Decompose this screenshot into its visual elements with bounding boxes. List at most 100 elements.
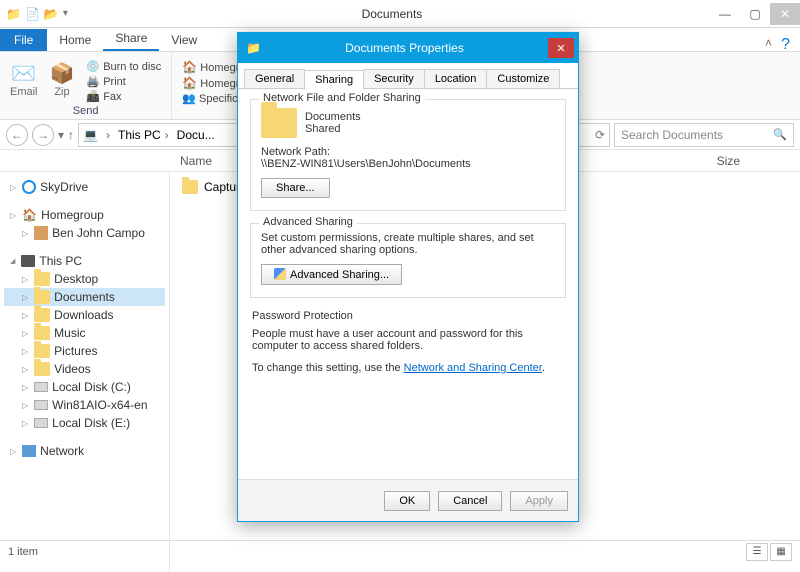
- legend-network-sharing: Network File and Folder Sharing: [259, 92, 425, 104]
- fax-button[interactable]: 📠 Fax: [86, 90, 161, 103]
- group-label-send: Send: [73, 103, 99, 117]
- crumb-root[interactable]: [102, 128, 114, 142]
- print-icon: 🖨️: [86, 76, 100, 88]
- print-button[interactable]: 🖨️ Print: [86, 75, 161, 88]
- network-icon: [22, 445, 36, 457]
- crumb-thispc[interactable]: This PC: [118, 128, 173, 142]
- tab-home[interactable]: Home: [47, 29, 103, 51]
- legend-advanced: Advanced Sharing: [259, 216, 357, 228]
- dialog-body: Network File and Folder Sharing Document…: [238, 89, 578, 479]
- change-prefix: To change this setting, use the: [252, 362, 404, 374]
- advanced-sharing-button[interactable]: Advanced Sharing...: [261, 264, 402, 285]
- sidebar-item-documents[interactable]: Documents: [4, 288, 165, 306]
- folder-icon: [34, 272, 50, 286]
- netpath-value: \\BENZ-WIN81\Users\BenJohn\Documents: [261, 158, 555, 170]
- home-icon: 🏠: [182, 76, 197, 90]
- qat-dropdown-icon[interactable]: ▾: [63, 8, 68, 19]
- share-button[interactable]: Share...: [261, 178, 330, 198]
- dlg-tab-security[interactable]: Security: [363, 69, 425, 88]
- dialog-close-button[interactable]: ✕: [548, 38, 574, 58]
- network-center-link[interactable]: Network and Sharing Center: [404, 362, 542, 374]
- folder-icon: [34, 344, 50, 358]
- email-label: Email: [10, 86, 38, 98]
- up-button[interactable]: ↑: [68, 128, 74, 142]
- tab-share[interactable]: Share: [103, 27, 159, 51]
- forward-button[interactable]: →: [32, 124, 54, 146]
- sidebar-item-music[interactable]: Music: [4, 324, 165, 342]
- close-button[interactable]: ✕: [770, 3, 800, 25]
- avatar-icon: [34, 226, 48, 240]
- thumbnails-view-button[interactable]: ▦: [770, 543, 792, 561]
- folder-icon: [34, 362, 50, 376]
- dlg-tab-location[interactable]: Location: [424, 69, 488, 88]
- dialog-title-bar: 📁 Documents Properties ✕: [238, 33, 578, 63]
- sidebar-item-win81[interactable]: Win81AIO-x64-en: [4, 396, 165, 414]
- folder-icon: [34, 308, 50, 322]
- sidebar-item-pictures[interactable]: Pictures: [4, 342, 165, 360]
- help-icon[interactable]: ?: [781, 36, 790, 54]
- minimize-ribbon-icon[interactable]: ˄: [765, 36, 772, 50]
- search-icon: 🔍: [773, 128, 787, 141]
- email-icon[interactable]: ✉️: [11, 61, 36, 86]
- new-file-icon[interactable]: 📄: [25, 7, 40, 21]
- people-icon: 👥: [182, 93, 196, 105]
- crumb-documents[interactable]: Docu...: [177, 128, 215, 142]
- advanced-desc: Set custom permissions, create multiple …: [261, 232, 555, 256]
- status-bar: 1 item ☰ ▦: [0, 540, 800, 562]
- pc-icon: 💻: [83, 128, 98, 142]
- title-bar: 📁 📄 📂 ▾ Documents — ▢ ✕: [0, 0, 800, 28]
- item-count: 1 item: [8, 546, 38, 558]
- search-placeholder: Search Documents: [621, 128, 723, 142]
- sidebar-item-locale[interactable]: Local Disk (E:): [4, 414, 165, 432]
- burn-to-disc-button[interactable]: 💿 Burn to disc: [86, 60, 161, 73]
- dialog-tabs: General Sharing Security Location Custom…: [238, 63, 578, 89]
- refresh-button[interactable]: ⟳: [595, 128, 605, 142]
- quick-access-toolbar: 📁 📄 📂 ▾: [0, 7, 74, 21]
- recent-locations-icon[interactable]: ▾: [58, 128, 64, 142]
- folder-icon: [34, 326, 50, 340]
- dialog-icon: 📁: [246, 41, 261, 55]
- netpath-label: Network Path:: [261, 146, 555, 158]
- sidebar-item-downloads[interactable]: Downloads: [4, 306, 165, 324]
- sidebar-item-thispc[interactable]: This PC: [4, 252, 165, 270]
- sidebar-item-user[interactable]: Ben John Campo: [4, 224, 165, 242]
- folder-props-icon[interactable]: 📁: [6, 7, 21, 21]
- minimize-button[interactable]: —: [710, 3, 740, 25]
- sidebar-item-homegroup[interactable]: 🏠Homegroup: [4, 206, 165, 224]
- dlg-tab-general[interactable]: General: [244, 69, 305, 88]
- sidebar-item-skydrive[interactable]: SkyDrive: [4, 178, 165, 196]
- ok-button[interactable]: OK: [384, 491, 430, 511]
- nav-pane: SkyDrive 🏠Homegroup Ben John Campo This …: [0, 172, 170, 572]
- search-input[interactable]: Search Documents 🔍: [614, 123, 794, 147]
- fax-icon: 📠: [86, 91, 100, 103]
- dialog-buttons: OK Cancel Apply: [238, 479, 578, 521]
- folder-large-icon: [261, 108, 297, 138]
- maximize-button[interactable]: ▢: [740, 3, 770, 25]
- sidebar-item-desktop[interactable]: Desktop: [4, 270, 165, 288]
- col-size[interactable]: Size: [717, 154, 800, 168]
- zip-label: Zip: [54, 86, 69, 98]
- group-network-sharing: Network File and Folder Sharing Document…: [250, 99, 566, 211]
- home-icon: 🏠: [182, 60, 197, 74]
- sidebar-item-localc[interactable]: Local Disk (C:): [4, 378, 165, 396]
- dlg-tab-sharing[interactable]: Sharing: [304, 70, 364, 89]
- cancel-button[interactable]: Cancel: [438, 491, 502, 511]
- tab-view[interactable]: View: [159, 29, 209, 51]
- sidebar-item-videos[interactable]: Videos: [4, 360, 165, 378]
- legend-password: Password Protection: [252, 310, 564, 322]
- disk-icon: [34, 418, 48, 428]
- sidebar-item-network[interactable]: Network: [4, 442, 165, 460]
- dlg-tab-customize[interactable]: Customize: [486, 69, 560, 88]
- zip-icon[interactable]: 📦: [50, 61, 75, 86]
- details-view-button[interactable]: ☰: [746, 543, 768, 561]
- ribbon-group-send: ✉️ Email 📦 Zip 💿 Burn to disc 🖨️ Print 📠…: [0, 52, 172, 119]
- apply-button[interactable]: Apply: [510, 491, 568, 511]
- properties-dialog: 📁 Documents Properties ✕ General Sharing…: [237, 32, 579, 522]
- password-desc: People must have a user account and pass…: [252, 328, 564, 352]
- homegroup-icon: 🏠: [22, 208, 37, 222]
- pc-icon: [21, 255, 35, 267]
- folder-open-icon[interactable]: 📂: [44, 7, 59, 21]
- tab-file[interactable]: File: [0, 29, 47, 51]
- back-button[interactable]: ←: [6, 124, 28, 146]
- window-title: Documents: [74, 7, 710, 21]
